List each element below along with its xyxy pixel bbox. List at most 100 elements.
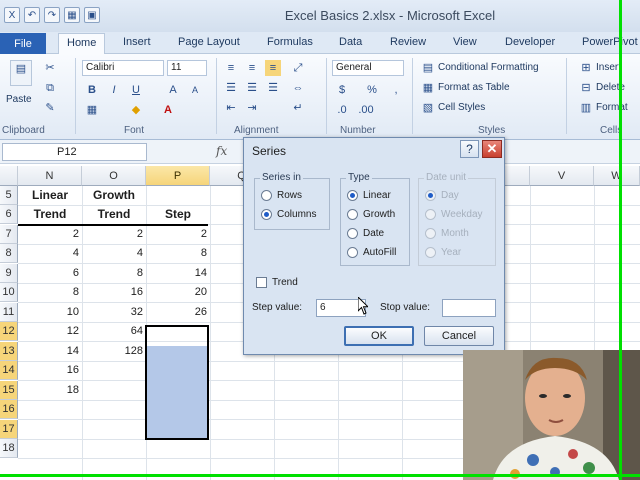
increase-indent-icon[interactable]: ⇥ bbox=[244, 100, 260, 116]
stop-value-input[interactable] bbox=[442, 299, 496, 317]
row-header[interactable]: 9 bbox=[0, 264, 18, 283]
column-header[interactable]: V bbox=[530, 166, 594, 186]
cell-p11[interactable]: 26 bbox=[146, 303, 210, 322]
cell-n11[interactable]: 10 bbox=[18, 303, 82, 322]
undo-icon[interactable]: ↶ bbox=[24, 7, 40, 23]
row-header[interactable]: 11 bbox=[0, 303, 18, 322]
column-header[interactable]: O bbox=[82, 166, 146, 186]
cell-o13[interactable]: 128 bbox=[82, 342, 146, 361]
merge-center-icon[interactable]: ⇔ bbox=[290, 80, 306, 96]
row-header[interactable]: 15 bbox=[0, 381, 18, 400]
cell-p8[interactable]: 8 bbox=[146, 244, 210, 263]
excel-logo-icon[interactable]: X bbox=[4, 7, 20, 23]
cut-icon[interactable]: ✂ bbox=[42, 60, 58, 76]
bold-icon[interactable]: B bbox=[84, 82, 100, 98]
tab-data[interactable]: Data bbox=[339, 36, 362, 48]
cell-o5[interactable]: Growth bbox=[82, 186, 146, 205]
conditional-formatting-button[interactable]: Conditional Formatting bbox=[438, 62, 539, 73]
italic-icon[interactable]: I bbox=[106, 82, 122, 98]
format-as-table-button[interactable]: Format as Table bbox=[438, 82, 510, 93]
column-header[interactable]: N bbox=[18, 166, 82, 186]
tab-review[interactable]: Review bbox=[390, 36, 426, 48]
row-header[interactable]: 10 bbox=[0, 283, 18, 302]
align-right-icon[interactable]: ☰ bbox=[265, 80, 281, 96]
rows-radio[interactable]: Rows bbox=[261, 190, 302, 201]
tab-powerpivot[interactable]: PowerPivot bbox=[582, 36, 638, 48]
help-button[interactable]: ? bbox=[460, 140, 479, 158]
percent-icon[interactable]: % bbox=[364, 82, 380, 98]
cell-o10[interactable]: 16 bbox=[82, 283, 146, 302]
align-middle-icon[interactable]: ≡ bbox=[244, 60, 260, 76]
tab-view[interactable]: View bbox=[453, 36, 477, 48]
paste-icon[interactable]: ▤ bbox=[10, 60, 32, 86]
cell-n8[interactable]: 4 bbox=[18, 244, 82, 263]
align-top-icon[interactable]: ≡ bbox=[223, 60, 239, 76]
align-bottom-icon[interactable]: ≡ bbox=[265, 60, 281, 76]
ok-button[interactable]: OK bbox=[344, 326, 414, 346]
format-cells-icon[interactable]: ▥ bbox=[578, 100, 594, 116]
cell-n5[interactable]: Linear bbox=[18, 186, 82, 205]
row-header[interactable]: 17 bbox=[0, 420, 18, 439]
cell-n9[interactable]: 6 bbox=[18, 264, 82, 283]
close-button[interactable]: ✕ bbox=[482, 140, 502, 158]
tab-page-layout[interactable]: Page Layout bbox=[178, 36, 240, 48]
borders-icon[interactable]: ▦ bbox=[84, 102, 100, 118]
cell-o12[interactable]: 64 bbox=[82, 322, 146, 341]
cell-p10[interactable]: 20 bbox=[146, 283, 210, 302]
cell-o9[interactable]: 8 bbox=[82, 264, 146, 283]
select-all-corner[interactable] bbox=[0, 166, 18, 186]
column-header[interactable]: P bbox=[146, 166, 210, 186]
date-radio[interactable]: Date bbox=[347, 228, 384, 239]
tab-insert[interactable]: Insert bbox=[123, 36, 151, 48]
columns-radio[interactable]: Columns bbox=[261, 209, 316, 220]
font-color-icon[interactable]: A bbox=[160, 102, 176, 118]
form-icon[interactable]: ▦ bbox=[64, 7, 80, 23]
cancel-button[interactable]: Cancel bbox=[424, 326, 494, 346]
cell-n7[interactable]: 2 bbox=[18, 225, 82, 244]
align-center-icon[interactable]: ☰ bbox=[244, 80, 260, 96]
decrease-indent-icon[interactable]: ⇤ bbox=[223, 100, 239, 116]
insert-cells-icon[interactable]: ⊞ bbox=[578, 60, 594, 76]
orientation-icon[interactable]: ⤢ bbox=[290, 60, 306, 76]
row-header[interactable]: 5 bbox=[0, 186, 18, 205]
cell-n12[interactable]: 12 bbox=[18, 322, 82, 341]
cell-o11[interactable]: 32 bbox=[82, 303, 146, 322]
cell-styles-icon[interactable]: ▧ bbox=[420, 100, 436, 116]
save-icon[interactable]: ▣ bbox=[84, 7, 100, 23]
cell-n6[interactable]: Trend bbox=[18, 205, 82, 224]
cell-n15[interactable]: 18 bbox=[18, 381, 82, 400]
insert-cells-button[interactable]: Insert bbox=[596, 62, 621, 73]
cell-n10[interactable]: 8 bbox=[18, 283, 82, 302]
tab-formulas[interactable]: Formulas bbox=[267, 36, 313, 48]
tab-file[interactable]: File bbox=[0, 33, 46, 54]
fill-color-icon[interactable]: ◆ bbox=[128, 102, 144, 118]
shrink-font-icon[interactable]: A bbox=[187, 82, 203, 98]
cell-n14[interactable]: 16 bbox=[18, 361, 82, 380]
delete-cells-icon[interactable]: ⊟ bbox=[578, 80, 594, 96]
column-header[interactable]: W bbox=[594, 166, 640, 186]
cell-p9[interactable]: 14 bbox=[146, 264, 210, 283]
font-name-select[interactable]: Calibri bbox=[82, 60, 164, 76]
wrap-text-icon[interactable]: ↵ bbox=[290, 100, 306, 116]
underline-icon[interactable]: U bbox=[128, 82, 144, 98]
row-header[interactable]: 12 bbox=[0, 322, 18, 341]
tab-home[interactable]: Home bbox=[58, 33, 106, 55]
name-box[interactable]: P12 bbox=[2, 143, 147, 161]
growth-radio[interactable]: Growth bbox=[347, 209, 395, 220]
selected-range[interactable] bbox=[145, 325, 209, 440]
cell-styles-button[interactable]: Cell Styles bbox=[438, 102, 485, 113]
row-header[interactable]: 7 bbox=[0, 225, 18, 244]
cell-o8[interactable]: 4 bbox=[82, 244, 146, 263]
insert-function-icon[interactable]: fx bbox=[216, 144, 227, 158]
paste-button[interactable]: Paste bbox=[6, 94, 32, 105]
copy-icon[interactable]: ⧉ bbox=[42, 80, 58, 96]
cell-n13[interactable]: 14 bbox=[18, 342, 82, 361]
row-header[interactable]: 8 bbox=[0, 244, 18, 263]
row-header[interactable]: 13 bbox=[0, 342, 18, 361]
number-format-select[interactable]: General bbox=[332, 60, 404, 76]
row-header[interactable]: 14 bbox=[0, 361, 18, 380]
cell-o7[interactable]: 2 bbox=[82, 225, 146, 244]
format-as-table-icon[interactable]: ▦ bbox=[420, 80, 436, 96]
trend-checkbox[interactable]: Trend bbox=[256, 277, 298, 288]
comma-icon[interactable]: , bbox=[388, 82, 404, 98]
